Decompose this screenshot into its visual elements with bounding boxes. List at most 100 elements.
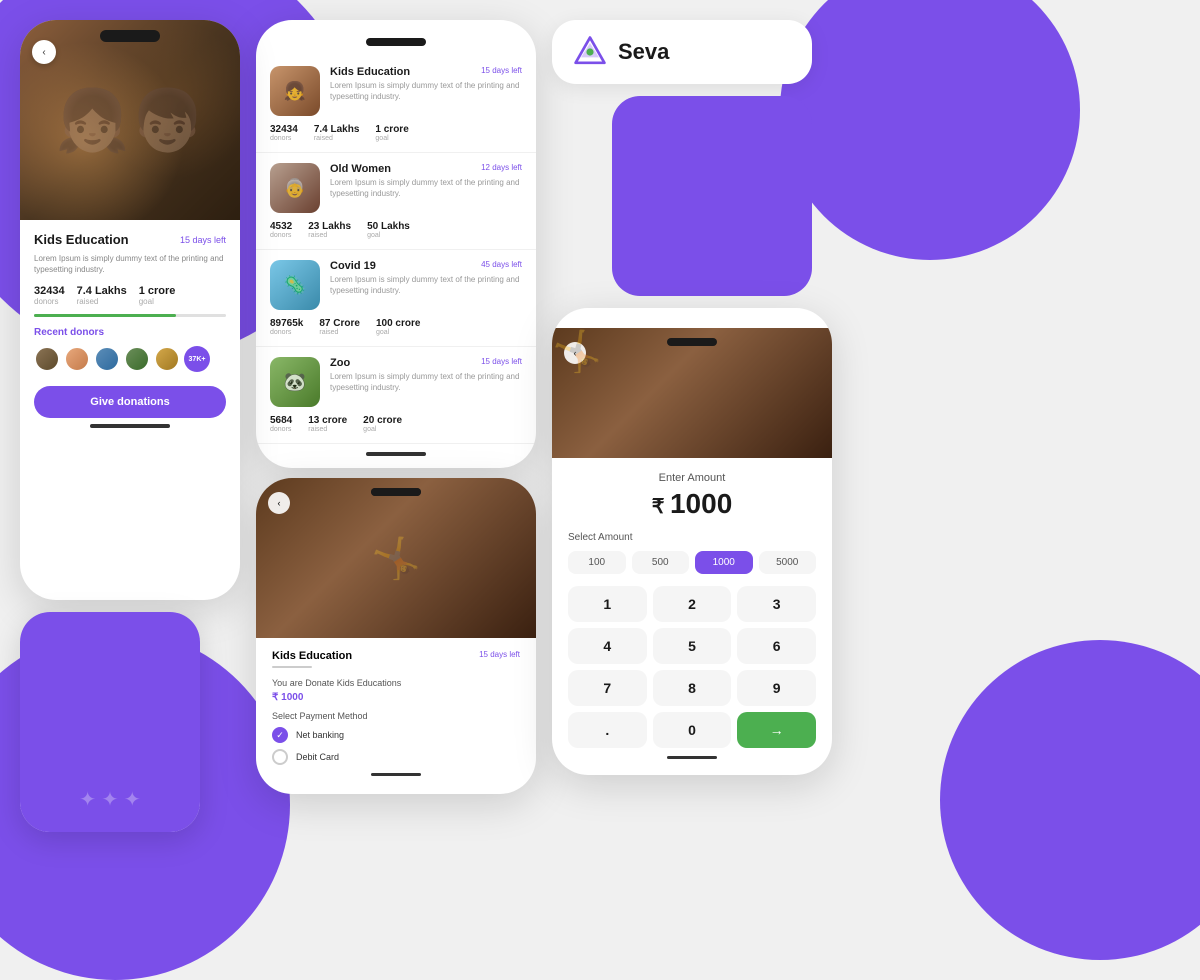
key-7[interactable]: 7: [568, 670, 647, 706]
sparkle-decoration: ✦ ✦ ✦: [79, 787, 140, 812]
payment-option-debit[interactable]: Debit Card: [272, 749, 520, 765]
enter-amount-label: Enter Amount: [568, 472, 816, 484]
list-item-4-days: 15 days left: [481, 357, 522, 366]
list-item-3-title: Covid 19: [330, 260, 376, 272]
thumb-kids: 👧: [270, 66, 320, 116]
donor-avatar-1: [34, 346, 60, 372]
stat-goal: 1 crore goal: [139, 285, 176, 306]
amount-hero-image: ‹ 🤸: [552, 328, 832, 458]
list-item-2-info: Old Women 12 days left Lorem Ipsum is si…: [330, 163, 522, 213]
netbanking-label: Net banking: [296, 730, 344, 740]
list-item-2-desc: Lorem Ipsum is simply dummy text of the …: [330, 178, 522, 200]
donation-content: Kids Education 15 days left You are Dona…: [256, 638, 536, 794]
list-item-2-days: 12 days left: [481, 163, 522, 172]
phone-small-inner: ✦ ✦ ✦: [20, 612, 200, 832]
key-1[interactable]: 1: [568, 586, 647, 622]
donation-amount: ₹ 1000: [272, 692, 520, 703]
home-indicator: [90, 424, 170, 428]
payment-label: Select Payment Method: [272, 711, 520, 721]
list-item-1-desc: Lorem Ipsum is simply dummy text of the …: [330, 81, 522, 103]
list-item-3-info: Covid 19 45 days left Lorem Ipsum is sim…: [330, 260, 522, 310]
amount-display: ₹ 1000: [568, 488, 816, 520]
donor-avatar-5: [154, 346, 180, 372]
rupee-symbol: ₹: [652, 496, 670, 518]
key-6[interactable]: 6: [737, 628, 816, 664]
title-divider: [272, 666, 312, 668]
chip-100[interactable]: 100: [568, 551, 626, 574]
amount-value: 1000: [670, 488, 732, 519]
list-item-2-title: Old Women: [330, 163, 391, 175]
amount-content: Enter Amount ₹ 1000 Select Amount 100 50…: [552, 458, 832, 775]
debit-label: Debit Card: [296, 752, 339, 762]
thumb-covid: 🦠: [270, 260, 320, 310]
donation-home-indicator: [371, 773, 421, 776]
progress-fill: [34, 314, 176, 317]
seva-brand-row: Seva: [552, 20, 832, 84]
stats-row: 32434 donors 7.4 Lakhs raised 1 crore go…: [34, 285, 226, 306]
detail-hero-image: ‹ 👧🏽👦🏽: [20, 20, 240, 220]
key-3[interactable]: 3: [737, 586, 816, 622]
key-5[interactable]: 5: [653, 628, 732, 664]
phone-list-mockup: 👧 Kids Education 15 days left Lorem Ipsu…: [256, 20, 536, 468]
phone-detail-mockup: ‹ 👧🏽👦🏽 Kids Education 15 days left Lorem…: [20, 20, 240, 600]
donor-avatar-3: [94, 346, 120, 372]
donor-avatar-4: [124, 346, 150, 372]
key-dot[interactable]: .: [568, 712, 647, 748]
thumb-women: 👵: [270, 163, 320, 213]
select-amount-label: Select Amount: [568, 532, 816, 543]
donation-back-button[interactable]: ‹: [268, 492, 290, 514]
key-go[interactable]: →: [737, 712, 816, 748]
list-item-3-desc: Lorem Ipsum is simply dummy text of the …: [330, 275, 522, 297]
purple-decoration-card: [612, 96, 812, 296]
key-9[interactable]: 9: [737, 670, 816, 706]
seva-logo-icon: [572, 34, 608, 70]
donor-avatar-2: [64, 346, 90, 372]
list-item-4-desc: Lorem Ipsum is simply dummy text of the …: [330, 372, 522, 394]
detail-days-left: 15 days left: [180, 235, 226, 245]
donation-hero-image: ‹ 🤸: [256, 478, 536, 638]
key-4[interactable]: 4: [568, 628, 647, 664]
seva-title: Seva: [618, 39, 669, 65]
amount-chips: 100 500 1000 5000: [568, 551, 816, 574]
list-item-3-days: 45 days left: [481, 260, 522, 269]
key-8[interactable]: 8: [653, 670, 732, 706]
purple-card-area: [552, 96, 832, 296]
list-item-4-info: Zoo 15 days left Lorem Ipsum is simply d…: [330, 357, 522, 407]
donation-days: 15 days left: [479, 650, 520, 662]
column-1: ‹ 👧🏽👦🏽 Kids Education 15 days left Lorem…: [20, 20, 240, 880]
column-3: Seva ‹ 🤸 Enter Amount ₹ 1000 Select Amou…: [552, 20, 832, 880]
key-2[interactable]: 2: [653, 586, 732, 622]
list-phone-home-indicator: [366, 452, 426, 456]
detail-description: Lorem Ipsum is simply dummy text of the …: [34, 253, 226, 275]
thumb-zoo: 🐼: [270, 357, 320, 407]
donation-subtitle: You are Donate Kids Educations: [272, 678, 520, 688]
amount-home-indicator: [667, 756, 717, 759]
chip-1000[interactable]: 1000: [695, 551, 753, 574]
phone-amount-mockup: ‹ 🤸 Enter Amount ₹ 1000 Select Amount 10…: [552, 308, 832, 775]
list-item-covid[interactable]: 🦠 Covid 19 45 days left Lorem Ipsum is s…: [256, 250, 536, 347]
list-item-zoo[interactable]: 🐼 Zoo 15 days left Lorem Ipsum is simply…: [256, 347, 536, 444]
list-item-women[interactable]: 👵 Old Women 12 days left Lorem Ipsum is …: [256, 153, 536, 250]
detail-content: Kids Education 15 days left Lorem Ipsum …: [20, 220, 240, 446]
seva-brand: Seva: [552, 20, 812, 84]
detail-title: Kids Education: [34, 232, 129, 247]
progress-bar: [34, 314, 226, 317]
list-item-kids[interactable]: 👧 Kids Education 15 days left Lorem Ipsu…: [256, 56, 536, 153]
phone-small-mockup: ✦ ✦ ✦: [20, 612, 200, 832]
list-item-1-title: Kids Education: [330, 66, 410, 78]
key-0[interactable]: 0: [653, 712, 732, 748]
more-donors-count: 37K+: [184, 346, 210, 372]
stat-raised: 7.4 Lakhs raised: [77, 285, 127, 306]
chip-5000[interactable]: 5000: [759, 551, 817, 574]
list-item-1-info: Kids Education 15 days left Lorem Ipsum …: [330, 66, 522, 116]
radio-unchecked-icon: [272, 749, 288, 765]
chip-500[interactable]: 500: [632, 551, 690, 574]
list-item-1-days: 15 days left: [481, 66, 522, 75]
donate-button[interactable]: Give donations: [34, 386, 226, 418]
list-item-4-title: Zoo: [330, 357, 350, 369]
column-2: 👧 Kids Education 15 days left Lorem Ipsu…: [256, 20, 536, 880]
numpad: 1 2 3 4 5 6 7 8 9 . 0 →: [568, 586, 816, 748]
back-button[interactable]: ‹: [32, 40, 56, 64]
donation-title: Kids Education: [272, 650, 352, 662]
payment-option-netbanking[interactable]: Net banking: [272, 727, 520, 743]
